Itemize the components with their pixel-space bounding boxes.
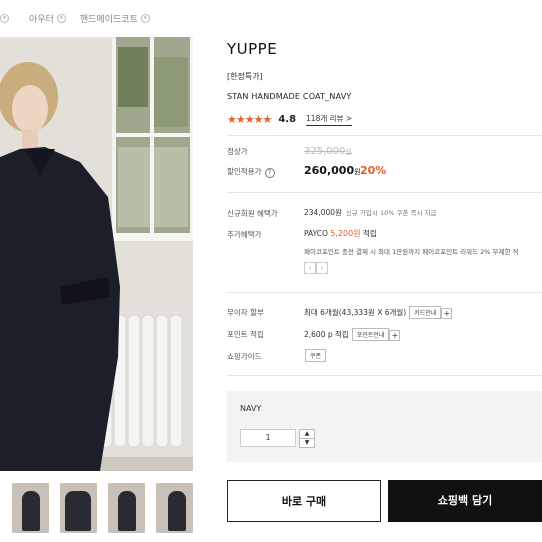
chevron-left-icon[interactable]: ‹ bbox=[304, 262, 316, 274]
coupon-button[interactable]: 쿠폰 bbox=[305, 349, 327, 362]
thumbnail-4[interactable] bbox=[156, 483, 193, 533]
divider bbox=[227, 192, 542, 193]
rating-row: ★★★★★ 4.8 118개 리뷰 > bbox=[227, 113, 353, 126]
option-name: NAVY bbox=[240, 404, 262, 413]
thumbnail-1[interactable] bbox=[12, 483, 49, 533]
benefit-pager: ‹ › bbox=[304, 262, 328, 274]
divider bbox=[227, 292, 542, 293]
extra-benefit-label: 추가혜택가 bbox=[227, 230, 262, 239]
installment-value: 최대 6개월(43,333원 X 6개월) 카드안내 + bbox=[304, 306, 453, 319]
plus-icon[interactable]: + bbox=[389, 329, 401, 341]
sale-price: 260,000원 bbox=[304, 164, 361, 177]
member-price: 234,000원 신규 가입시 10% 쿠폰 즉시 지급 bbox=[304, 208, 437, 217]
product-name: STAN HANDMADE COAT_NAVY bbox=[227, 92, 352, 101]
reviews-link[interactable]: 118개 리뷰 > bbox=[306, 113, 353, 126]
brand-name[interactable]: YUPPE bbox=[227, 40, 277, 58]
breadcrumb-item-outer[interactable]: 아우터 bbox=[29, 12, 54, 25]
promo-tag: [한정특가] bbox=[227, 72, 263, 81]
shopping-guide-label: 쇼핑가이드 bbox=[227, 352, 262, 361]
point-info-button[interactable]: 포인트안내 bbox=[351, 328, 390, 341]
point-label: 포인트 적립 bbox=[227, 330, 264, 339]
point-value: 2,600 p 적립 포인트안내 + bbox=[304, 328, 401, 341]
help-icon[interactable]: ? bbox=[264, 168, 275, 178]
payco-benefit: PAYCO 5,200원 적립 bbox=[304, 229, 377, 238]
breadcrumb-sep-icon: ▾ bbox=[0, 14, 9, 23]
member-price-label: 신규회원 혜택가 bbox=[227, 209, 278, 218]
thumbnail-3[interactable] bbox=[108, 483, 145, 533]
rating-value: 4.8 bbox=[278, 114, 297, 125]
sale-price-label: 할인적용가? bbox=[227, 166, 275, 178]
shopping-guide: 쿠폰 bbox=[302, 349, 327, 362]
thumbnail-2[interactable] bbox=[60, 483, 97, 533]
chevron-down-icon[interactable]: ▾ bbox=[140, 14, 150, 23]
quantity-down-icon[interactable]: ▼ bbox=[299, 438, 315, 448]
original-price: 325,000원 bbox=[304, 146, 352, 157]
divider bbox=[227, 135, 542, 136]
breadcrumb: ▾ 아우터 ▾ 핸드메이드코트 ▾ bbox=[0, 12, 150, 25]
buy-now-button[interactable]: 바로 구매 bbox=[227, 480, 381, 522]
quantity-input[interactable]: 1 bbox=[240, 429, 296, 447]
payco-note: 페이코포인트 충전 결제 시 최대 1만원까지 페이코포인트 리워드 2% 무제… bbox=[304, 248, 519, 256]
chevron-down-icon[interactable]: ▾ bbox=[56, 14, 66, 23]
product-photo bbox=[0, 37, 193, 471]
selected-option-box bbox=[227, 391, 542, 462]
breadcrumb-item-coat[interactable]: 핸드메이드코트 bbox=[80, 12, 138, 25]
divider bbox=[227, 375, 542, 376]
card-info-button[interactable]: 카드안내 bbox=[409, 306, 442, 319]
star-rating-icon: ★★★★★ bbox=[227, 113, 272, 126]
chevron-right-icon[interactable]: › bbox=[316, 262, 328, 274]
original-price-label: 정상가 bbox=[227, 147, 248, 156]
add-to-cart-button[interactable]: 쇼핑백 담기 bbox=[388, 480, 542, 522]
thumbnail-strip bbox=[12, 483, 193, 533]
installment-label: 무이자 할부 bbox=[227, 308, 264, 317]
plus-icon[interactable]: + bbox=[441, 307, 453, 319]
discount-rate: 20% bbox=[360, 164, 387, 177]
